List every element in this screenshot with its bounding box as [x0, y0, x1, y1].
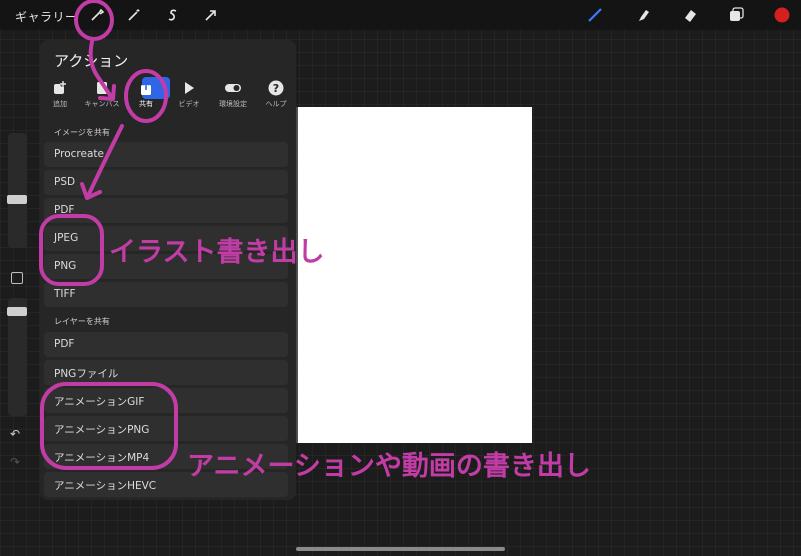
home-indicator: [296, 547, 505, 551]
add-icon: [54, 81, 66, 94]
help-icon: ?: [268, 80, 284, 96]
share-psd[interactable]: PSD: [44, 170, 288, 195]
tab-help[interactable]: ? ヘルプ: [256, 80, 296, 109]
smudge-icon[interactable]: [633, 5, 653, 25]
wrench-icon[interactable]: [87, 5, 107, 25]
modify-button[interactable]: [11, 272, 23, 284]
illustration-export-annotation: イラスト書き出し: [109, 237, 325, 268]
brush-size-thumb[interactable]: [7, 195, 27, 204]
tab-share[interactable]: 共有: [126, 80, 166, 109]
tab-video[interactable]: ビデオ: [169, 80, 209, 109]
layers-icon[interactable]: [726, 5, 746, 25]
share-layers-section-label: レイヤーを共有: [54, 317, 110, 326]
animation-export-annotation: アニメーションや動画の書き出し: [187, 451, 591, 482]
share-image-section-label: イメージを共有: [54, 128, 110, 137]
share-pdf[interactable]: PDF: [44, 198, 288, 223]
layers-png-files[interactable]: PNGファイル: [44, 360, 288, 385]
redo-icon[interactable]: ↷: [10, 455, 20, 469]
play-icon: [185, 82, 194, 94]
share-icon: [141, 80, 151, 95]
layers-pdf[interactable]: PDF: [44, 332, 288, 357]
share-tiff[interactable]: TIFF: [44, 282, 288, 307]
panel-title: アクション: [54, 52, 129, 70]
tab-add[interactable]: 追加: [40, 80, 80, 109]
toggle-icon: [225, 84, 241, 92]
left-sidebar: ↶ ↷: [6, 133, 28, 473]
share-procreate[interactable]: Procreate: [44, 142, 288, 167]
actions-panel: アクション 追加 キャンバス 共有 ビデオ 環境設定 ? ヘルプ イメージを共有…: [40, 40, 296, 500]
magic-wand-icon[interactable]: [124, 5, 144, 25]
tab-canvas[interactable]: キャンバス: [82, 80, 122, 109]
brush-size-slider[interactable]: [8, 133, 27, 248]
selection-s-icon[interactable]: [163, 5, 183, 25]
layers-animated-gif[interactable]: アニメーションGIF: [44, 388, 288, 413]
eraser-icon[interactable]: [680, 5, 700, 25]
drawing-canvas[interactable]: [298, 107, 532, 443]
svg-text:?: ?: [273, 82, 279, 95]
layers-animated-png[interactable]: アニメーションPNG: [44, 416, 288, 441]
tab-preferences[interactable]: 環境設定: [213, 80, 253, 109]
top-toolbar: ギャラリー: [0, 0, 801, 30]
gallery-button[interactable]: ギャラリー: [15, 8, 78, 25]
brush-icon[interactable]: [585, 5, 605, 25]
undo-icon[interactable]: ↶: [10, 427, 20, 441]
canvas-icon: [97, 82, 107, 94]
opacity-thumb[interactable]: [7, 307, 27, 316]
color-swatch[interactable]: [772, 5, 792, 25]
arrow-transform-icon[interactable]: [201, 5, 221, 25]
